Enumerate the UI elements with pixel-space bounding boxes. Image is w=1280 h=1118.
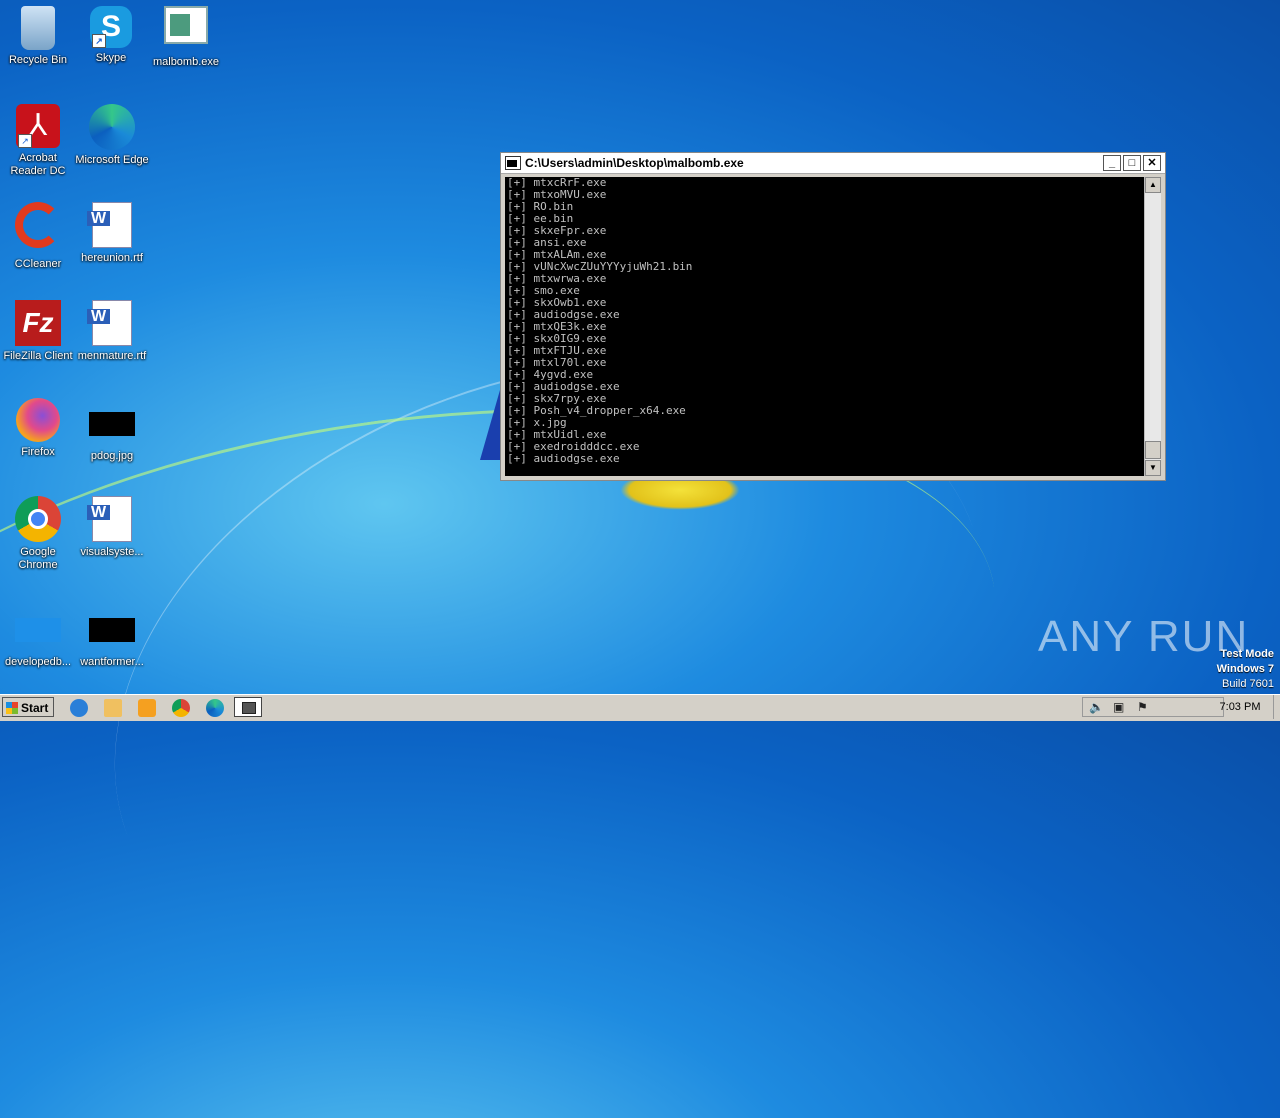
- volume-icon[interactable]: 🔈: [1089, 700, 1104, 714]
- executable-icon: [164, 6, 208, 44]
- word-document-icon: [87, 300, 132, 346]
- shortcut-arrow-icon: ↗: [92, 34, 106, 48]
- word-document-icon: [87, 202, 132, 248]
- chrome-icon: [15, 496, 61, 542]
- build-label: Build 7601: [1222, 678, 1274, 690]
- media-player-icon[interactable]: [138, 699, 156, 717]
- desktop-icon-visualsyste[interactable]: visualsyste...: [74, 496, 150, 559]
- console-titlebar[interactable]: C:\Users\admin\Desktop\malbomb.exe _ □ ✕: [501, 153, 1165, 174]
- minimize-button[interactable]: _: [1103, 155, 1121, 171]
- taskbar: Start 🔈 ▣ ⚑ 7:03 PM: [0, 694, 1280, 721]
- desktop-icon-malbomb[interactable]: malbomb.exe: [148, 6, 224, 69]
- console-line: [+] mtxwrwa.exe: [507, 272, 607, 285]
- console-line: [+] skxeFpr.exe: [507, 224, 607, 237]
- desktop-icon-pdog[interactable]: pdog.jpg: [74, 398, 150, 463]
- image-file-icon: [89, 412, 135, 436]
- scroll-thumb[interactable]: [1145, 441, 1161, 459]
- scroll-up-arrow-icon[interactable]: ▲: [1145, 177, 1161, 193]
- desktop-icon-acrobat[interactable]: ⅄ ↗ Acrobat Reader DC: [0, 104, 76, 178]
- desktop-icon-chrome[interactable]: Google Chrome: [0, 496, 76, 572]
- desktop-icon-filezilla[interactable]: Fz FileZilla Client: [0, 300, 76, 363]
- internet-explorer-icon[interactable]: [70, 699, 88, 717]
- console-window[interactable]: C:\Users\admin\Desktop\malbomb.exe _ □ ✕…: [500, 152, 1166, 481]
- test-mode-notice: Test Mode Windows 7 Build 7601: [1217, 647, 1274, 692]
- firefox-icon: [16, 398, 60, 442]
- wallpaper-shard: [480, 390, 500, 460]
- taskbar-clock[interactable]: 7:03 PM: [1208, 695, 1272, 719]
- explorer-folder-icon[interactable]: [104, 699, 122, 717]
- desktop-icon-recycle-bin[interactable]: Recycle Bin: [0, 6, 76, 67]
- console-line: [+] audiodgse.exe: [507, 452, 620, 465]
- ccleaner-icon: [15, 202, 61, 248]
- edge-taskbar-icon[interactable]: [206, 699, 224, 717]
- shortcut-arrow-icon: ↗: [18, 134, 32, 148]
- skype-icon: S ↗: [90, 6, 132, 48]
- maximize-button[interactable]: □: [1123, 155, 1141, 171]
- console-title: C:\Users\admin\Desktop\malbomb.exe: [525, 156, 744, 170]
- console-output[interactable]: [+] mtxcRrF.exe [+] mtxoMVU.exe [+] RO.bin…: [505, 177, 1145, 476]
- action-center-flag-icon[interactable]: ⚑: [1137, 700, 1148, 714]
- file-icon: [89, 618, 135, 642]
- console-taskbar-button[interactable]: [234, 697, 262, 717]
- console-line: [+] Posh_v4_dropper_x64.exe: [507, 404, 686, 417]
- test-mode-label: Test Mode: [1220, 648, 1274, 660]
- recycle-bin-icon: [21, 6, 55, 50]
- os-label: Windows 7: [1216, 663, 1274, 675]
- console-line: [+] RO.bin: [507, 200, 574, 213]
- scroll-down-arrow-icon[interactable]: ▼: [1145, 460, 1161, 476]
- desktop-icon-edge[interactable]: Microsoft Edge: [74, 104, 150, 167]
- desktop-icon-developedb[interactable]: developedb...: [0, 604, 76, 669]
- chrome-taskbar-icon[interactable]: [172, 699, 190, 717]
- console-scrollbar[interactable]: ▲ ▼: [1144, 177, 1161, 476]
- show-desktop-button[interactable]: [1273, 695, 1280, 719]
- desktop-icon-ccleaner[interactable]: CCleaner: [0, 202, 76, 271]
- file-icon: [15, 618, 61, 642]
- word-document-icon: [87, 496, 132, 542]
- console-line: [+] mtxoMVU.exe: [507, 188, 607, 201]
- desktop-icon-menmature[interactable]: menmature.rtf: [74, 300, 150, 363]
- acrobat-icon: ⅄ ↗: [16, 104, 60, 148]
- network-icon[interactable]: ▣: [1113, 700, 1124, 714]
- desktop-icon-firefox[interactable]: Firefox: [0, 398, 76, 459]
- filezilla-icon: Fz: [15, 300, 61, 346]
- close-button[interactable]: ✕: [1143, 155, 1161, 171]
- desktop-icon-hereunion[interactable]: hereunion.rtf: [74, 202, 150, 265]
- console-line: [+] mtxl70l.exe: [507, 356, 607, 369]
- system-tray: 🔈 ▣ ⚑: [1082, 697, 1224, 717]
- desktop-icon-skype[interactable]: S ↗ Skype: [73, 6, 149, 65]
- start-button[interactable]: Start: [2, 697, 54, 717]
- edge-icon: [89, 104, 135, 150]
- desktop-icon-wantformer[interactable]: wantformer...: [74, 604, 150, 669]
- console-app-icon[interactable]: [505, 156, 521, 170]
